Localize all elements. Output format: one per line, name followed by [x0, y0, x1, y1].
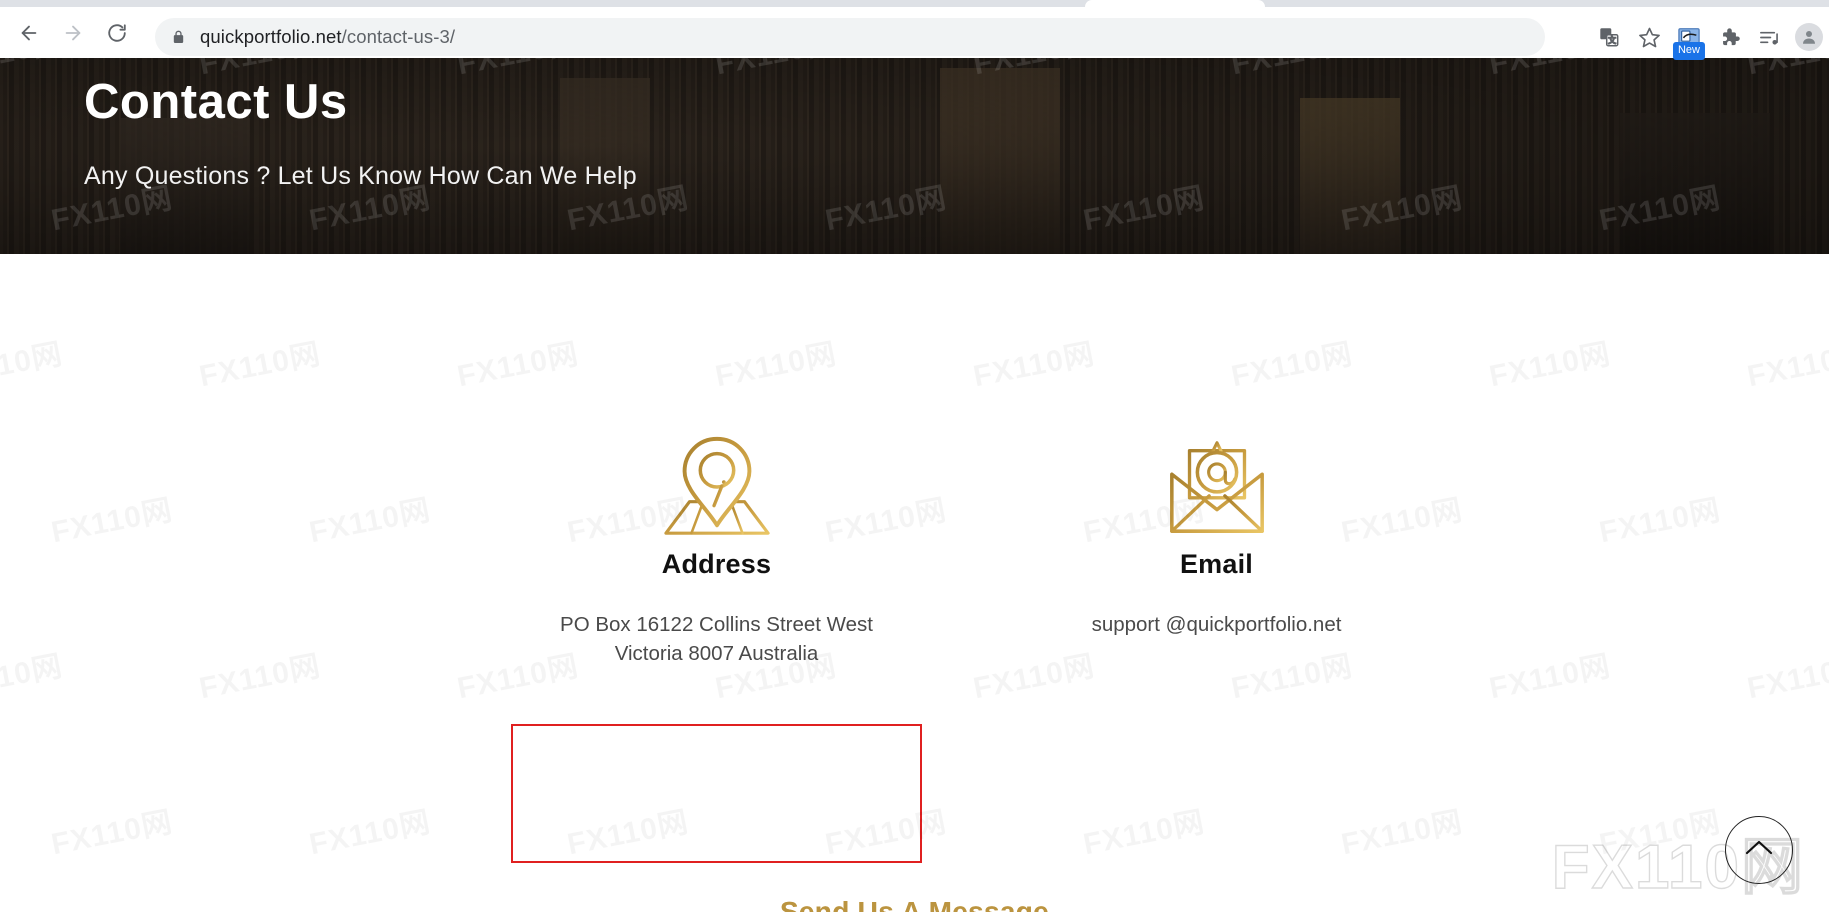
scroll-to-top-button[interactable] [1725, 816, 1793, 884]
url-text: quickportfolio.net/contact-us-3/ [200, 26, 455, 48]
active-tab[interactable] [1085, 0, 1265, 7]
chevron-up-icon [1742, 835, 1776, 866]
hero-banner: Contact Us Any Questions ? Let Us Know H… [0, 58, 1829, 254]
extensions-puzzle-icon[interactable] [1709, 18, 1749, 56]
map-pin-location-icon [511, 424, 922, 549]
address-body: PO Box 16122 Collins Street West Victori… [511, 610, 922, 668]
forward-arrow-icon[interactable] [54, 14, 92, 52]
page-title: Contact Us [84, 75, 348, 129]
email-heading: Email [1179, 549, 1254, 579]
translate-icon[interactable]: G 文 [1589, 18, 1629, 56]
address-heading: Address [661, 549, 772, 579]
extension-new-badge: New [1672, 42, 1706, 60]
contact-card-address: Address PO Box 16122 Collins Street West… [511, 424, 922, 668]
browser-toolbar: quickportfolio.net/contact-us-3/ G 文 New [0, 7, 1829, 60]
address-bar[interactable]: quickportfolio.net/contact-us-3/ [155, 18, 1545, 56]
avatar [1795, 23, 1823, 51]
address-line-2: Victoria 8007 Australia [614, 642, 819, 666]
lock-icon [171, 28, 186, 46]
browser-chrome: quickportfolio.net/contact-us-3/ G 文 New [0, 0, 1829, 60]
address-highlight-box [511, 724, 922, 863]
back-arrow-icon[interactable] [10, 14, 48, 52]
toolbar-actions: G 文 New [1589, 18, 1829, 60]
svg-text:文: 文 [1608, 35, 1616, 45]
reload-icon[interactable] [98, 14, 136, 52]
url-domain: quickportfolio.net [200, 26, 342, 47]
tab-strip [0, 0, 1829, 7]
address-line-1: PO Box 16122 Collins Street West [560, 613, 873, 636]
contact-card-email: Email support @quickportfolio.net [1011, 424, 1422, 639]
contact-info-section: Address PO Box 16122 Collins Street West… [0, 254, 1829, 863]
email-address-text[interactable]: support @quickportfolio.net [1011, 610, 1422, 639]
extension-shortcut-icon[interactable]: New [1669, 18, 1709, 60]
bookmark-star-icon[interactable] [1629, 18, 1669, 56]
hero-text-group: Contact Us Any Questions ? Let Us Know H… [84, 75, 637, 191]
url-path: /contact-us-3/ [341, 26, 456, 47]
media-playlist-icon[interactable] [1749, 18, 1789, 56]
hero-subtitle: Any Questions ? Let Us Know How Can We H… [84, 161, 637, 190]
web-page: Contact Us Any Questions ? Let Us Know H… [0, 58, 1829, 912]
open-envelope-at-icon [1011, 424, 1422, 549]
profile-avatar-icon[interactable] [1789, 18, 1829, 56]
